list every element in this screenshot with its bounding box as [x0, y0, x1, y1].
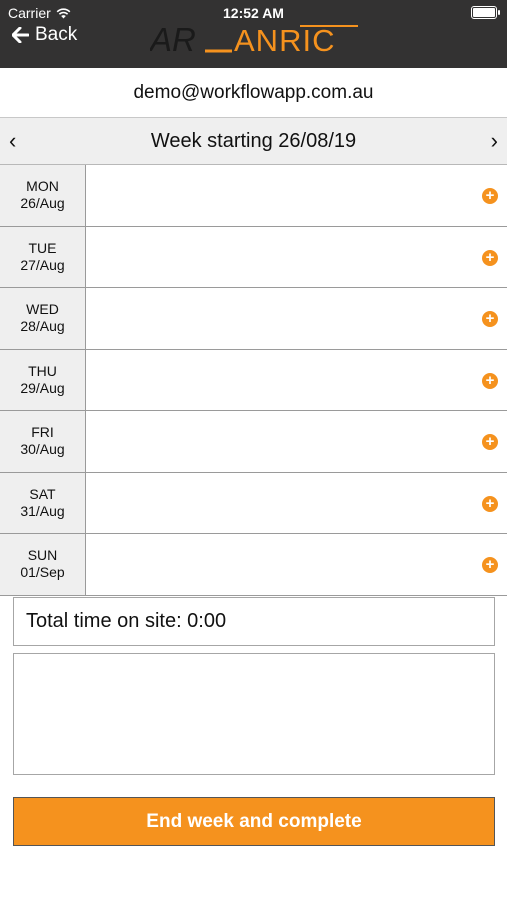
back-button[interactable]: Back [12, 24, 77, 46]
day-name: SUN [27, 547, 58, 564]
add-entry-icon[interactable]: + [482, 249, 498, 266]
next-week-icon[interactable]: › [485, 128, 504, 154]
add-entry-icon[interactable]: + [482, 434, 498, 450]
add-entry-icon[interactable]: + [482, 372, 498, 389]
account-email: demo@workflowapp.com.au [0, 68, 507, 118]
total-time-label: Total time on site: 0:00 [26, 610, 227, 632]
day-row-wed[interactable]: WED 28/Aug + [0, 288, 507, 350]
add-entry-icon[interactable]: + [482, 188, 498, 204]
day-name: TUE [28, 239, 57, 256]
week-title: Week starting 26/08/19 [150, 130, 357, 152]
day-name: SAT [29, 485, 56, 502]
add-entry-icon[interactable]: + [482, 557, 498, 573]
day-date: 29/Aug [20, 379, 65, 396]
day-name: FRI [31, 424, 54, 441]
day-label: SUN 01/Sep [0, 534, 86, 595]
day-name: WED [26, 301, 59, 318]
day-date: 30/Aug [20, 441, 65, 458]
day-row-tue[interactable]: TUE 27/Aug + [0, 226, 507, 288]
back-label: Back [35, 24, 78, 45]
day-label: TUE 27/Aug [0, 226, 86, 287]
day-label: WED 28/Aug [0, 288, 86, 349]
end-week-button[interactable]: End week and complete [13, 797, 495, 846]
day-row-fri[interactable]: FRI 30/Aug + [0, 411, 507, 473]
anric-logo: AR ANRIC [150, 21, 358, 58]
add-entry-icon[interactable]: + [482, 495, 498, 512]
end-week-label: End week and complete [146, 810, 362, 832]
arrow-left-icon [12, 27, 29, 43]
day-date: 01/Sep [20, 564, 65, 581]
top-bar: Carrier 12:52 AM Back AR ANRIC [0, 0, 507, 68]
day-label: THU 29/Aug [0, 349, 86, 410]
day-row-sat[interactable]: SAT 31/Aug + [0, 472, 507, 534]
day-name: MON [26, 178, 59, 195]
day-row-thu[interactable]: THU 29/Aug + [0, 349, 507, 411]
day-label: FRI 30/Aug [0, 411, 86, 472]
day-date: 27/Aug [20, 256, 65, 273]
total-time-on-site: Total time on site: 0:00 [13, 597, 495, 646]
svg-text:ANRIC: ANRIC [234, 23, 335, 58]
day-list: MON 26/Aug + TUE 27/Aug + WED 28/Aug + T… [0, 165, 507, 596]
day-row-mon[interactable]: MON 26/Aug + [0, 165, 507, 227]
day-label: MON 26/Aug [0, 165, 86, 226]
add-entry-icon[interactable]: + [482, 311, 498, 327]
day-date: 31/Aug [20, 502, 65, 519]
svg-text:AR: AR [150, 21, 196, 58]
day-label: SAT 31/Aug [0, 472, 86, 533]
day-name: THU [28, 362, 57, 379]
battery-icon [471, 6, 500, 19]
day-date: 28/Aug [20, 318, 65, 335]
day-row-sun[interactable]: SUN 01/Sep + [0, 534, 507, 596]
week-navigator: ‹ Week starting 26/08/19 › [0, 118, 507, 165]
notes-input[interactable] [13, 653, 495, 775]
day-date: 26/Aug [20, 195, 65, 212]
